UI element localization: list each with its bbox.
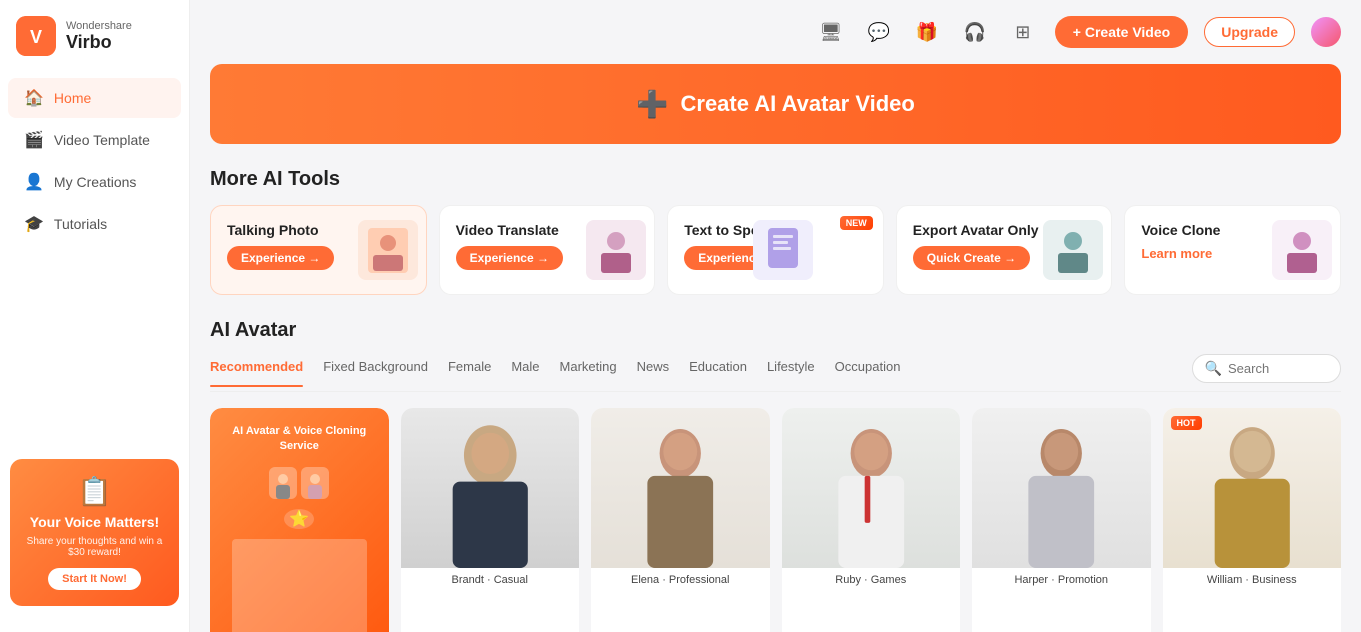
filter-tabs: Recommended Fixed Background Female Male… (210, 354, 1341, 392)
sidebar-item-home-label: Home (54, 90, 91, 106)
ai-avatar-title: AI Avatar (210, 319, 1341, 342)
tool-voice-clone[interactable]: Voice Clone Learn more (1124, 205, 1341, 295)
avatar-search-input[interactable] (1228, 361, 1328, 376)
banner-label: Create AI Avatar Video (681, 91, 915, 117)
more-ai-tools-title: More AI Tools (210, 168, 1341, 191)
text-to-speech-thumb (753, 220, 813, 280)
video-translate-thumb (586, 220, 646, 280)
avatar-brandt-image (401, 408, 580, 568)
tool-text-to-speech[interactable]: Text to Speech NEW Experience → (667, 205, 884, 295)
main-content: 🖥 💬 🎁 🎧 ⊞ + Create Video Upgrade ➕ Creat… (190, 0, 1361, 632)
sidebar-item-my-creations-label: My Creations (54, 174, 136, 190)
more-ai-tools-section: More AI Tools Talking Photo Experience →… (210, 168, 1341, 295)
tools-row: Talking Photo Experience → Video Transla… (210, 205, 1341, 295)
avatar-ruby-name: Ruby · Games (782, 568, 961, 592)
avatar-william[interactable]: HOT William · Business (1163, 408, 1342, 632)
avatar-william-name: William · Business (1163, 568, 1342, 592)
my-creations-icon: 👤 (24, 172, 44, 192)
sidebar: V Wondershare Virbo 🏠 Home 🎬 Video Templ… (0, 0, 190, 632)
home-icon: 🏠 (24, 88, 44, 108)
search-icon: 🔍 (1205, 360, 1222, 377)
tab-marketing[interactable]: Marketing (560, 359, 617, 378)
app-logo: V (16, 16, 56, 56)
sidebar-item-tutorials-label: Tutorials (54, 216, 107, 232)
logo-area: V Wondershare Virbo (0, 16, 189, 76)
new-badge: NEW (840, 216, 873, 230)
tab-lifestyle[interactable]: Lifestyle (767, 359, 815, 378)
video-template-icon: 🎬 (24, 130, 44, 150)
avatar-william-image (1163, 408, 1342, 568)
avatar-brandt[interactable]: Brandt · Casual (401, 408, 580, 632)
avatar-elena-image (591, 408, 770, 568)
avatar-promo-title: AI Avatar & Voice Cloning Service (226, 424, 373, 455)
sidebar-promo: 📋 Your Voice Matters! Share your thought… (10, 459, 179, 606)
avatar-ruby[interactable]: Ruby · Games (782, 408, 961, 632)
tutorials-icon: 🎓 (24, 214, 44, 234)
promo-illustration: 📋 (22, 475, 167, 508)
topbar: 🖥 💬 🎁 🎧 ⊞ + Create Video Upgrade (210, 16, 1341, 48)
talking-photo-thumb (358, 220, 418, 280)
tool-export-avatar[interactable]: Export Avatar Only Quick Create → (896, 205, 1113, 295)
tab-fixed-background[interactable]: Fixed Background (323, 359, 428, 378)
hot-badge: HOT (1171, 416, 1202, 430)
video-translate-btn[interactable]: Experience → (456, 246, 563, 270)
banner-icon: ➕ (636, 89, 668, 120)
create-ai-avatar-banner[interactable]: ➕ Create AI Avatar Video (210, 64, 1341, 144)
tool-video-translate[interactable]: Video Translate Experience → (439, 205, 656, 295)
avatar-search-box[interactable]: 🔍 (1192, 354, 1341, 383)
sidebar-item-home[interactable]: 🏠 Home (8, 78, 181, 118)
avatar-customization-button[interactable]: AVATAR CUSTOMIZATION » (232, 539, 367, 632)
sidebar-item-video-template-label: Video Template (54, 132, 150, 148)
talking-photo-btn[interactable]: Experience → (227, 246, 334, 270)
sidebar-item-my-creations[interactable]: 👤 My Creations (8, 162, 181, 202)
tab-education[interactable]: Education (689, 359, 747, 378)
upgrade-button[interactable]: Upgrade (1204, 17, 1295, 47)
logo-text: Wondershare Virbo (66, 20, 132, 53)
export-avatar-btn[interactable]: Quick Create → (913, 246, 1030, 270)
tab-female[interactable]: Female (448, 359, 491, 378)
avatar-harper-name: Harper · Promotion (972, 568, 1151, 592)
sidebar-item-video-template[interactable]: 🎬 Video Template (8, 120, 181, 160)
avatar-elena[interactable]: Elena · Professional (591, 408, 770, 632)
promo-title: Your Voice Matters! (22, 514, 167, 530)
tab-news[interactable]: News (637, 359, 670, 378)
avatar-harper-image (972, 408, 1151, 568)
promo-mini-avatars (269, 467, 329, 499)
avatar-brandt-name: Brandt · Casual (401, 568, 580, 592)
headset-icon[interactable]: 🎧 (959, 16, 991, 48)
tool-talking-photo[interactable]: Talking Photo Experience → (210, 205, 427, 295)
voice-clone-thumb (1272, 220, 1332, 280)
promo-start-button[interactable]: Start It Now! (48, 568, 141, 590)
sidebar-nav: 🏠 Home 🎬 Video Template 👤 My Creations 🎓… (0, 76, 189, 246)
promo-star-icon: ⭐ (284, 509, 314, 529)
avatar-promo-card[interactable]: AI Avatar & Voice Cloning Service ⭐ AVAT… (210, 408, 389, 632)
create-video-button[interactable]: + Create Video (1055, 16, 1188, 48)
avatar-harper[interactable]: Harper · Promotion (972, 408, 1151, 632)
export-avatar-thumb (1043, 220, 1103, 280)
tab-recommended[interactable]: Recommended (210, 359, 303, 378)
avatar-elena-name: Elena · Professional (591, 568, 770, 592)
user-avatar[interactable] (1311, 17, 1341, 47)
ai-avatar-section: AI Avatar Recommended Fixed Background F… (210, 319, 1341, 632)
promo-subtitle: Share your thoughts and win a $30 reward… (22, 536, 167, 558)
avatar-ruby-image (782, 408, 961, 568)
gift-icon[interactable]: 🎁 (911, 16, 943, 48)
brand-name: Wondershare (66, 20, 132, 32)
monitor-icon[interactable]: 🖥 (815, 16, 847, 48)
grid-icon[interactable]: ⊞ (1007, 16, 1039, 48)
avatar-grid: AI Avatar & Voice Cloning Service ⭐ AVAT… (210, 408, 1341, 632)
chat-icon[interactable]: 💬 (863, 16, 895, 48)
app-name: Virbo (66, 32, 132, 53)
tab-occupation[interactable]: Occupation (835, 359, 901, 378)
svg-text:V: V (30, 27, 42, 47)
tab-male[interactable]: Male (511, 359, 539, 378)
sidebar-item-tutorials[interactable]: 🎓 Tutorials (8, 204, 181, 244)
